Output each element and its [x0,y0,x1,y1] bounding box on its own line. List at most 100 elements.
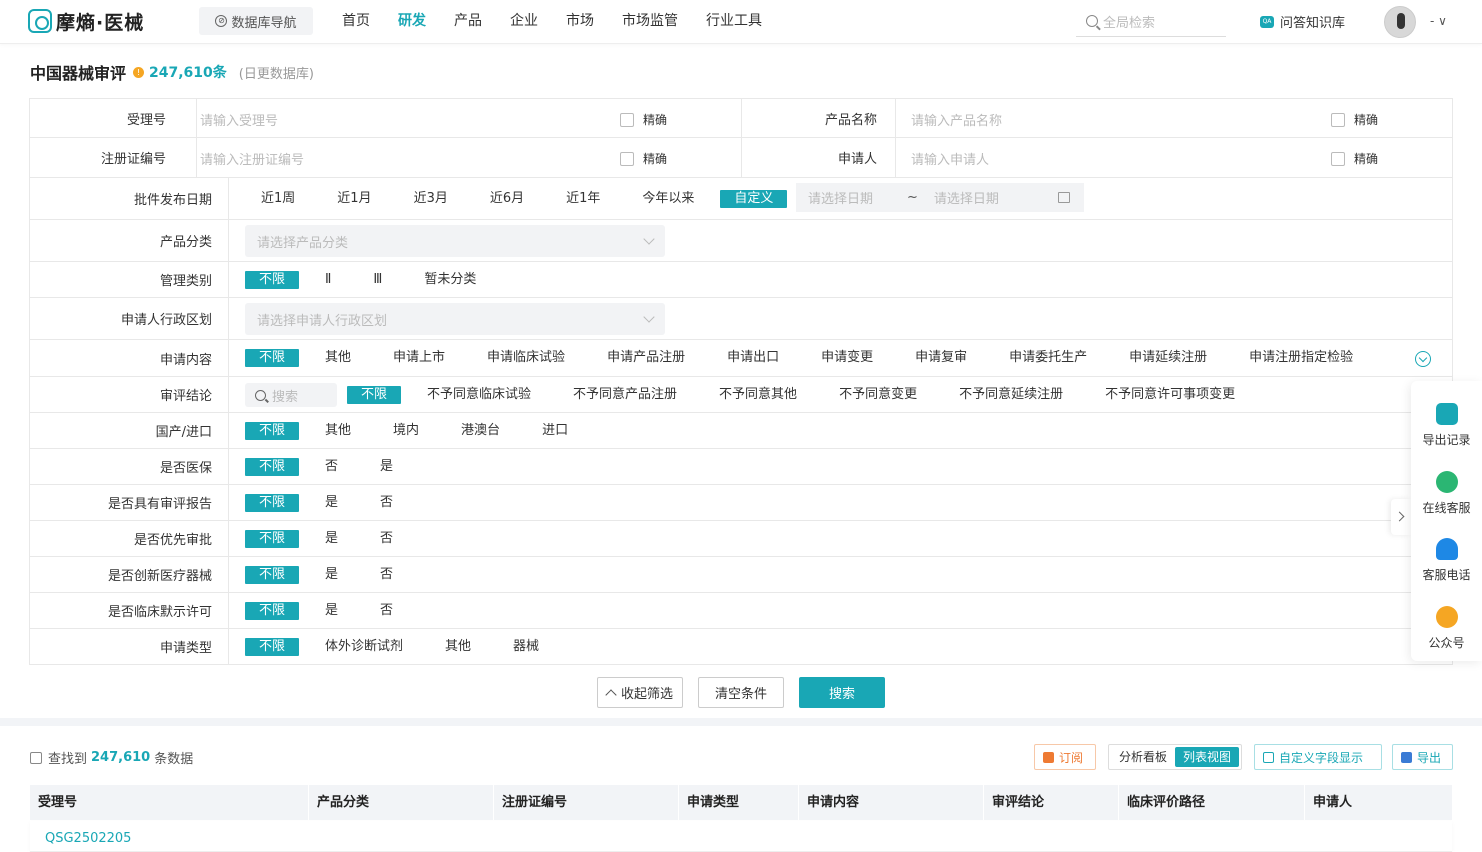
origin-option-other[interactable]: 其他 [325,422,351,440]
mgmt-option-2[interactable]: Ⅱ [325,271,331,289]
accept-no-input[interactable]: 请输入受理号 [200,110,278,129]
export-button[interactable]: 导出 [1392,744,1453,770]
date-option-ytd[interactable]: 今年以来 [642,190,694,208]
date-option-3m[interactable]: 近3月 [414,190,448,208]
content-option-entrust[interactable]: 申请委托生产 [1009,349,1087,367]
date-option-1y[interactable]: 近1年 [566,190,600,208]
apply-type-option-any[interactable]: 不限 [245,637,300,656]
conclusion-option-registration[interactable]: 不予同意产品注册 [573,386,677,404]
end-date-input[interactable]: 请选择日期 [934,188,999,207]
sidebar-collapse-toggle[interactable] [1391,499,1411,535]
product-name-input[interactable]: 请输入产品名称 [911,110,1002,129]
content-option-any[interactable]: 不限 [245,349,300,367]
info-icon[interactable]: ! [133,66,145,78]
column-header-conclusion[interactable]: 审评结论 [984,785,1119,820]
priority-option-no[interactable]: 否 [380,530,393,548]
sidebar-item-official-account[interactable]: 公众号 [1411,606,1482,651]
custom-fields-button[interactable]: 自定义字段显示 [1254,744,1382,770]
nav-regulation[interactable]: 市场监管 [608,0,692,42]
reg-no-exact-checkbox[interactable]: 精确 [620,150,667,167]
content-option-clinical[interactable]: 申请临床试验 [487,349,565,367]
logo[interactable]: 摩熵·医械 [28,7,144,35]
insurance-option-yes[interactable]: 是 [380,458,393,476]
nav-tools[interactable]: 行业工具 [692,0,776,42]
content-option-renewal[interactable]: 申请延续注册 [1129,349,1207,367]
innovative-option-no[interactable]: 否 [380,566,393,584]
date-option-1m[interactable]: 近1月 [337,190,371,208]
implied-option-any[interactable]: 不限 [245,601,300,620]
implied-option-no[interactable]: 否 [380,602,393,620]
date-option-6m[interactable]: 近6月 [490,190,524,208]
column-header-content[interactable]: 申请内容 [799,785,984,820]
expand-options-icon[interactable] [1415,351,1431,367]
origin-option-import[interactable]: 进口 [542,422,568,440]
nav-market[interactable]: 市场 [552,0,608,42]
sidebar-item-service-phone[interactable]: 客服电话 [1411,538,1482,583]
applicant-input[interactable]: 请输入申请人 [911,149,989,168]
category-select[interactable]: 请选择产品分类 [245,225,665,257]
origin-option-domestic[interactable]: 境内 [393,422,419,440]
origin-option-hmt[interactable]: 港澳台 [461,422,500,440]
conclusion-option-clinical[interactable]: 不予同意临床试验 [427,386,531,404]
content-option-designated-test[interactable]: 申请注册指定检验 [1249,349,1353,367]
sidebar-item-export-record[interactable]: 导出记录 [1411,403,1482,448]
global-search-input[interactable]: 全局检索 [1076,6,1226,37]
nav-home[interactable]: 首页 [328,0,384,42]
content-option-export[interactable]: 申请出口 [727,349,779,367]
innovative-option-yes[interactable]: 是 [325,566,338,584]
nav-enterprise[interactable]: 企业 [496,0,552,42]
calendar-icon[interactable] [1058,192,1070,203]
conclusion-option-other[interactable]: 不予同意其他 [719,386,797,404]
qa-knowledge-link[interactable]: QA 问答知识库 [1260,12,1345,31]
conclusion-option-license-change[interactable]: 不予同意许可事项变更 [1105,386,1235,404]
accept-no-exact-checkbox[interactable]: 精确 [620,111,667,128]
implied-option-yes[interactable]: 是 [325,602,338,620]
priority-option-any[interactable]: 不限 [245,529,300,548]
mgmt-option-any[interactable]: 不限 [245,270,300,289]
date-option-1w[interactable]: 近1周 [261,190,295,208]
column-header-clinical-path[interactable]: 临床评价路径 [1119,785,1305,820]
innovative-option-any[interactable]: 不限 [245,565,300,584]
nav-product[interactable]: 产品 [440,0,496,42]
conclusion-search-input[interactable]: 搜索 [245,383,337,407]
reg-no-input[interactable]: 请输入注册证编号 [200,149,304,168]
applicant-exact-checkbox[interactable]: 精确 [1331,150,1378,167]
apply-type-option-device[interactable]: 器械 [513,638,539,656]
insurance-option-no[interactable]: 否 [325,458,338,476]
accept-no-link[interactable]: QSG2502205 [45,831,131,846]
column-header-reg-no[interactable]: 注册证编号 [494,785,679,820]
apply-type-option-other[interactable]: 其他 [445,638,471,656]
insurance-option-any[interactable]: 不限 [245,457,300,476]
column-header-accept-no[interactable]: 受理号 [30,785,309,820]
search-button[interactable]: 搜索 [799,677,885,708]
collapse-filter-button[interactable]: 收起筛选 [597,677,683,708]
content-option-change[interactable]: 申请变更 [821,349,873,367]
user-menu-dropdown[interactable]: - ∨ [1430,14,1447,28]
conclusion-option-renewal[interactable]: 不予同意延续注册 [959,386,1063,404]
sidebar-item-online-service[interactable]: 在线客服 [1411,471,1482,516]
priority-option-yes[interactable]: 是 [325,530,338,548]
conclusion-option-any[interactable]: 不限 [347,385,402,404]
report-option-any[interactable]: 不限 [245,493,300,512]
conclusion-option-change[interactable]: 不予同意变更 [839,386,917,404]
mgmt-option-unclassified[interactable]: 暂未分类 [424,271,476,289]
mgmt-option-3[interactable]: Ⅲ [373,271,382,289]
database-nav-button[interactable]: ⊘ 数据库导航 [199,7,313,35]
nav-rnd[interactable]: 研发 [384,0,440,42]
clear-conditions-button[interactable]: 清空条件 [698,677,784,708]
content-option-registration[interactable]: 申请产品注册 [607,349,685,367]
column-header-applicant[interactable]: 申请人 [1305,785,1452,820]
view-dashboard-tab[interactable]: 分析看板 [1111,747,1175,767]
start-date-input[interactable]: 请选择日期 [808,188,873,207]
date-range-picker[interactable]: 请选择日期 ~ 请选择日期 [796,183,1084,212]
avatar[interactable] [1384,6,1416,38]
table-row[interactable]: QSG2502205 [30,821,1452,852]
content-option-review[interactable]: 申请复审 [915,349,967,367]
apply-type-option-ivd[interactable]: 体外诊断试剂 [325,638,403,656]
report-option-no[interactable]: 否 [380,494,393,512]
region-select[interactable]: 请选择申请人行政区划 [245,303,665,335]
report-option-yes[interactable]: 是 [325,494,338,512]
column-header-apply-type[interactable]: 申请类型 [679,785,799,820]
date-option-custom[interactable]: 自定义 [720,189,788,208]
content-option-other[interactable]: 其他 [325,349,351,367]
